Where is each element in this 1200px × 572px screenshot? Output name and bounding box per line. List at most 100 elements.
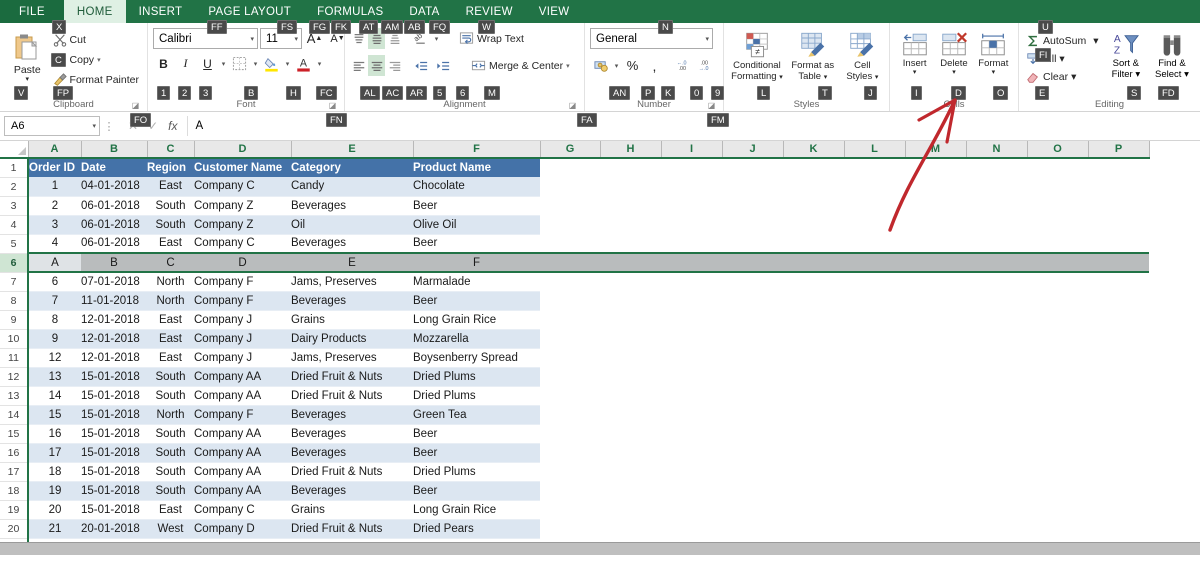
data-cell[interactable] — [783, 443, 844, 462]
data-cell[interactable] — [540, 329, 600, 348]
data-cell[interactable] — [722, 367, 783, 386]
data-cell[interactable] — [966, 234, 1027, 253]
data-cell[interactable]: E — [291, 252, 413, 273]
data-cell[interactable]: 15-01-2018 — [81, 367, 147, 387]
data-cell[interactable] — [540, 310, 600, 329]
data-cell[interactable] — [966, 196, 1027, 215]
format-as-table-caret-icon[interactable]: ▾ — [824, 74, 828, 81]
data-cell[interactable] — [722, 272, 783, 291]
data-cell[interactable] — [905, 500, 966, 519]
data-cell[interactable] — [722, 310, 783, 329]
data-cell[interactable]: 20 — [28, 500, 81, 520]
data-cell[interactable]: Dried Fruit & Nuts — [291, 519, 413, 539]
table-row[interactable]: 5 4 06-01-2018 East Company C Beverages Beer — [0, 234, 1149, 254]
data-cell[interactable]: Beverages — [291, 291, 413, 311]
font-color-button[interactable]: A — [293, 53, 314, 74]
data-cell[interactable] — [1027, 272, 1088, 291]
table-row[interactable]: 20 21 20-01-2018 West Company D Dried Fruit &… — [0, 519, 1149, 539]
data-cell[interactable] — [661, 481, 722, 500]
data-cell[interactable] — [1088, 310, 1149, 329]
merge-center-button[interactable]: Merge & Center ▾ — [468, 57, 573, 75]
data-cell[interactable] — [600, 367, 661, 386]
data-cell[interactable] — [783, 177, 844, 196]
data-cell[interactable] — [722, 329, 783, 348]
row-header-9[interactable]: 9 — [0, 310, 29, 330]
data-cell[interactable]: North — [147, 272, 194, 292]
table-row[interactable]: 19 20 15-01-2018 East Company C Grains Long Gr… — [0, 500, 1149, 520]
accounting-caret-icon[interactable]: ▾ — [612, 62, 621, 70]
data-cell[interactable]: 15-01-2018 — [81, 443, 147, 463]
data-cell[interactable]: Boysenberry Spread — [413, 348, 540, 368]
data-cell[interactable] — [600, 252, 661, 273]
data-cell[interactable] — [905, 234, 966, 253]
select-all-corner[interactable] — [0, 141, 29, 159]
orientation-caret-icon[interactable]: ▾ — [432, 35, 441, 43]
column-title-cell[interactable] — [966, 158, 1027, 177]
data-cell[interactable] — [844, 405, 905, 424]
data-cell[interactable]: Chocolate — [413, 177, 540, 197]
data-cell[interactable] — [722, 196, 783, 215]
data-cell[interactable] — [540, 481, 600, 500]
data-cell[interactable]: A — [28, 252, 81, 273]
data-cell[interactable]: 06-01-2018 — [81, 234, 147, 254]
increase-indent-button[interactable] — [432, 55, 453, 76]
data-cell[interactable] — [905, 272, 966, 291]
data-cell[interactable]: Beer — [413, 291, 540, 311]
data-cell[interactable] — [905, 348, 966, 367]
formula-bar-handle[interactable]: ⋮ — [100, 120, 118, 133]
data-cell[interactable]: Company C — [194, 500, 291, 520]
data-cell[interactable]: Grains — [291, 500, 413, 520]
data-cell[interactable] — [540, 462, 600, 481]
data-cell[interactable] — [1088, 272, 1149, 291]
data-cell[interactable] — [600, 386, 661, 405]
data-cell[interactable]: 15-01-2018 — [81, 462, 147, 482]
column-header-n[interactable]: N — [966, 141, 1028, 159]
column-title-cell[interactable] — [905, 158, 966, 177]
data-cell[interactable]: C — [147, 252, 194, 273]
column-header-i[interactable]: I — [661, 141, 723, 159]
number-dialog-launcher[interactable]: ◪ — [707, 101, 716, 110]
data-cell[interactable] — [600, 177, 661, 196]
data-cell[interactable] — [905, 252, 966, 273]
data-cell[interactable] — [1088, 500, 1149, 519]
data-cell[interactable]: 14 — [28, 386, 81, 406]
autosum-caret-icon[interactable]: ▾ — [1093, 35, 1098, 47]
data-cell[interactable] — [783, 405, 844, 424]
data-cell[interactable] — [966, 329, 1027, 348]
row-header-14[interactable]: 14 — [0, 405, 29, 425]
data-cell[interactable]: South — [147, 196, 194, 216]
column-header-m[interactable]: M — [905, 141, 967, 159]
data-cell[interactable]: Company AA — [194, 443, 291, 463]
data-cell[interactable]: Marmalade — [413, 272, 540, 292]
data-cell[interactable] — [905, 443, 966, 462]
data-cell[interactable] — [783, 367, 844, 386]
data-cell[interactable] — [905, 481, 966, 500]
row-header-5[interactable]: 5 — [0, 234, 29, 254]
data-cell[interactable] — [783, 329, 844, 348]
data-cell[interactable] — [905, 291, 966, 310]
data-cell[interactable] — [600, 196, 661, 215]
data-cell[interactable] — [905, 177, 966, 196]
data-cell[interactable]: Dried Fruit & Nuts — [291, 462, 413, 482]
data-cell[interactable]: Beverages — [291, 234, 413, 254]
accounting-format-button[interactable] — [590, 55, 611, 76]
column-title-cell[interactable]: Product Name — [413, 158, 540, 177]
data-cell[interactable]: Company AA — [194, 386, 291, 406]
data-cell[interactable]: Company F — [194, 405, 291, 425]
data-cell[interactable] — [600, 348, 661, 367]
data-cell[interactable] — [600, 310, 661, 329]
data-cell[interactable] — [600, 462, 661, 481]
data-cell[interactable]: Company D — [194, 519, 291, 539]
data-cell[interactable]: Beer — [413, 481, 540, 501]
conditional-formatting-button[interactable]: ≠ Conditional Formatting ▾ — [729, 28, 785, 82]
data-cell[interactable] — [966, 252, 1027, 273]
copy-caret-icon[interactable]: ▾ — [97, 56, 101, 64]
data-cell[interactable] — [844, 329, 905, 348]
data-cell[interactable] — [1088, 424, 1149, 443]
row-header-1[interactable]: 1 — [0, 158, 29, 178]
data-cell[interactable] — [661, 405, 722, 424]
data-cell[interactable]: Company C — [194, 234, 291, 254]
data-cell[interactable]: Beverages — [291, 481, 413, 501]
table-row[interactable]: 9 8 12-01-2018 East Company J Grains Long Grai… — [0, 310, 1149, 330]
data-cell[interactable] — [844, 386, 905, 405]
